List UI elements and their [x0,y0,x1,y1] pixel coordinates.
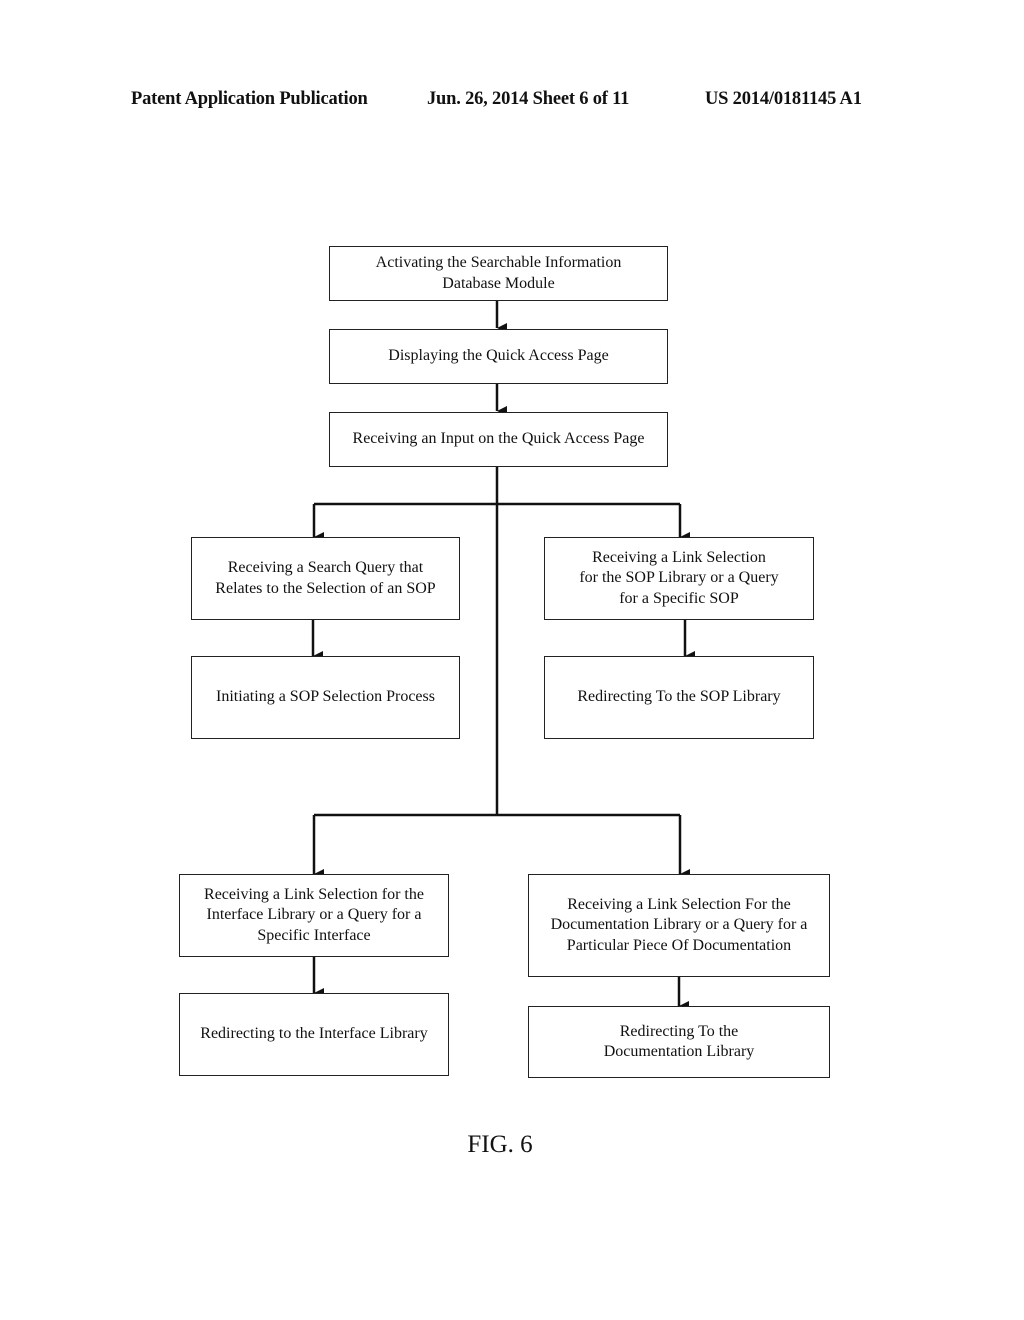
step-sop-link-selection: Receiving a Link Selection for the SOP L… [544,537,814,620]
step-interface-link-selection: Receiving a Link Selection for the Inter… [179,874,449,957]
step-activate-module-label: Activating the Searchable Information Da… [375,254,622,292]
step-redirect-sop-library-label: Redirecting To the SOP Library [577,688,781,706]
step-activate-module: Activating the Searchable Information Da… [329,246,668,301]
step-documentation-link-selection: Receiving a Link Selection For the Docum… [528,874,830,977]
step-display-quick-access: Displaying the Quick Access Page [329,329,668,384]
step-redirect-interface-library-label: Redirecting to the Interface Library [200,1025,428,1043]
step-redirect-documentation-library-label: Redirecting To the Documentation Library [603,1022,755,1061]
step-search-query: Receiving a Search Query that Relates to… [191,537,460,620]
step-receive-input-label: Receiving an Input on the Quick Access P… [352,430,645,448]
step-redirect-interface-library: Redirecting to the Interface Library [179,993,449,1076]
step-redirect-sop-library: Redirecting To the SOP Library [544,656,814,739]
connectors [311,301,695,1011]
step-search-query-label: Receiving a Search Query that Relates to… [215,559,436,597]
step-receive-input: Receiving an Input on the Quick Access P… [329,412,668,467]
step-documentation-link-selection-label: Receiving a Link Selection For the Docum… [550,895,808,954]
step-display-quick-access-label: Displaying the Quick Access Page [388,347,609,365]
step-interface-link-selection-label: Receiving a Link Selection for the Inter… [204,885,424,944]
step-initiate-sop-selection-label: Initiating a SOP Selection Process [216,688,435,706]
step-initiate-sop-selection: Initiating a SOP Selection Process [191,656,460,739]
step-sop-link-selection-label: Receiving a Link Selection for the SOP L… [579,548,779,607]
figure-label: FIG. 6 [467,1131,533,1158]
step-redirect-documentation-library: Redirecting To the Documentation Library [528,1006,830,1078]
